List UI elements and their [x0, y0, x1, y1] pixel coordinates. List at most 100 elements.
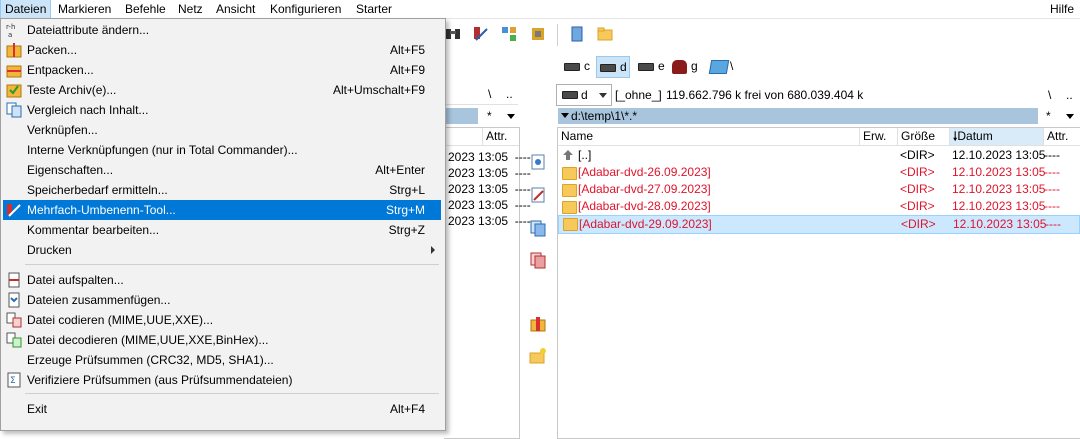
multi-rename-icon[interactable] — [472, 25, 490, 43]
copy-icon[interactable] — [528, 218, 548, 238]
left-path-bar: \ .. — [444, 84, 518, 105]
combine-icon — [8, 292, 20, 308]
folder-icon — [562, 201, 577, 214]
menu-starter[interactable]: Starter — [352, 0, 396, 18]
up-dir-icon — [562, 149, 574, 161]
menu-item-print[interactable]: Drucken — [3, 240, 441, 260]
menu-item-multi-rename[interactable]: Mehrfach-Umbenenn-Tool... Strg+M — [3, 200, 441, 220]
unpack-icon — [6, 65, 22, 78]
right-path-field[interactable]: d:\temp\1\*.* — [558, 108, 1038, 124]
submenu-arrow-icon — [431, 246, 435, 254]
folder-icon — [562, 184, 577, 197]
menu-item-verify-checksums[interactable]: Σ Verifiziere Prüfsummen (aus Prüfsummen… — [3, 370, 441, 390]
left-attr-header[interactable]: Attr. — [486, 129, 507, 143]
menu-item-decode[interactable]: Datei decodieren (MIME,UUE,XXE,BinHex)..… — [3, 330, 441, 350]
folder-icon — [562, 167, 577, 180]
table-row[interactable]: 2023 13:05 ---- — [448, 213, 531, 230]
left-root-button[interactable]: \ — [488, 87, 491, 101]
right-up-button[interactable]: .. — [1066, 88, 1073, 102]
menu-item-compare[interactable]: Vergleich nach Inhalt... — [3, 100, 441, 120]
move-icon[interactable] — [528, 250, 548, 270]
pack-icon[interactable] — [528, 314, 548, 334]
toolbar-separator — [557, 24, 558, 46]
table-row[interactable]: 2023 13:05 ---- — [448, 149, 531, 166]
right-drive-select[interactable]: d — [556, 84, 612, 106]
table-row[interactable]: 2023 13:05 ---- — [448, 181, 531, 198]
menu-dateien[interactable]: Dateien — [0, 0, 52, 19]
table-row[interactable]: [Adabar-dvd-28.09.2023] <DIR> 12.10.2023… — [558, 198, 1080, 215]
table-row-selected[interactable]: [Adabar-dvd-29.09.2023] <DIR> 12.10.2023… — [558, 215, 1080, 234]
menu-hilfe[interactable]: Hilfe — [1046, 0, 1078, 18]
menu-item-test-archive[interactable]: Teste Archiv(e)... Alt+Umschalt+F9 — [3, 80, 441, 100]
menu-item-internal-links[interactable]: Interne Verknüpfungen (nur in Total Comm… — [3, 140, 441, 160]
right-column-header: Name Erw. Größe 🠓Datum Attr. — [558, 128, 1080, 146]
network-icon — [708, 59, 730, 74]
notepad-icon[interactable] — [568, 25, 586, 43]
right-file-list[interactable]: Name Erw. Größe 🠓Datum Attr. [..] <DIR> … — [557, 127, 1080, 439]
drive-button-c[interactable]: c — [561, 56, 590, 76]
edit-icon[interactable] — [528, 185, 548, 205]
volume-label: [_ohne_] — [615, 88, 662, 102]
left-path-field[interactable] — [444, 108, 478, 124]
svg-text:Σ: Σ — [10, 376, 16, 386]
multi-rename-icon — [7, 204, 21, 217]
menu-item-encode[interactable]: Datei codieren (MIME,UUE,XXE)... — [3, 310, 441, 330]
pack-icon — [6, 43, 22, 58]
drive-button-d[interactable]: d — [596, 56, 630, 78]
drive-icon — [638, 62, 654, 71]
binoculars-icon[interactable] — [444, 25, 462, 43]
menu-item-exit[interactable]: Exit Alt+F4 — [3, 399, 441, 419]
column-ext[interactable]: Erw. — [860, 128, 898, 145]
drive-button-e[interactable]: e — [635, 56, 665, 76]
test-archive-icon — [6, 84, 22, 98]
left-filter[interactable]: * — [481, 108, 519, 124]
left-up-button[interactable]: .. — [506, 87, 513, 101]
verify-checksum-icon: Σ — [7, 372, 21, 388]
table-row[interactable]: 2023 13:05 ---- — [448, 197, 531, 214]
table-row[interactable]: [..] <DIR> 12.10.2023 13:05 ---- — [558, 147, 1080, 164]
free-space-info: 119.662.796 k frei von 680.039.404 k — [666, 88, 864, 102]
drive-button-network[interactable]: \ — [708, 56, 733, 76]
table-row[interactable]: [Adabar-dvd-27.09.2023] <DIR> 12.10.2023… — [558, 181, 1080, 198]
table-row[interactable]: 2023 13:05 ---- — [448, 165, 531, 182]
folder-icon — [563, 218, 578, 231]
packer-icon[interactable] — [529, 25, 547, 43]
right-root-button[interactable]: \ — [1048, 88, 1051, 102]
menu-item-create-checksums[interactable]: Erzeuge Prüfsummen (CRC32, MD5, SHA1)... — [3, 350, 441, 370]
menu-befehle[interactable]: Befehle — [121, 0, 170, 18]
new-folder-icon[interactable] — [528, 346, 548, 366]
left-file-list[interactable]: Attr. 2023 13:05 ---- 2023 13:05 ---- 20… — [444, 127, 531, 439]
chevron-down-icon — [561, 113, 569, 118]
menu-netz[interactable]: Netz — [174, 0, 207, 18]
sync-dirs-icon[interactable] — [500, 25, 518, 43]
menu-item-link[interactable]: Verknüpfen... — [3, 120, 441, 140]
dateien-dropdown-menu: r-h a Dateiattribute ändern... Packen... A… — [0, 18, 446, 431]
column-name[interactable]: Name — [558, 128, 860, 145]
folder-icon[interactable] — [596, 25, 614, 43]
column-size[interactable]: Größe — [898, 128, 950, 145]
menu-item-split[interactable]: Datei aufspalten... — [3, 270, 441, 290]
menu-konfigurieren[interactable]: Konfigurieren — [266, 0, 345, 18]
svg-text:a: a — [8, 31, 12, 38]
chevron-down-icon — [599, 93, 607, 98]
menu-markieren[interactable]: Markieren — [54, 0, 115, 18]
menu-item-combine[interactable]: Dateien zusammenfügen... — [3, 290, 441, 310]
menu-item-properties[interactable]: Eigenschaften... Alt+Enter — [3, 160, 441, 180]
menu-item-attributes[interactable]: r-h a Dateiattribute ändern... — [3, 20, 441, 40]
menu-item-pack[interactable]: Packen... Alt+F5 — [3, 40, 441, 60]
menu-item-unpack[interactable]: Entpacken... Alt+F9 — [3, 60, 441, 80]
compare-icon — [6, 102, 22, 118]
network-drive-icon — [672, 59, 687, 74]
menu-item-edit-comment[interactable]: Kommentar bearbeiten... Strg+Z — [3, 220, 441, 240]
column-attr[interactable]: Attr. — [1044, 128, 1079, 145]
left-column-header: Attr. — [444, 128, 519, 146]
encode-icon — [6, 312, 22, 328]
column-date[interactable]: 🠓Datum — [950, 128, 1044, 145]
table-row[interactable]: [Adabar-dvd-26.09.2023] <DIR> 12.10.2023… — [558, 164, 1080, 181]
right-filter[interactable]: * — [1042, 108, 1078, 124]
menu-ansicht[interactable]: Ansicht — [212, 0, 259, 18]
menu-item-calc-space[interactable]: Speicherbedarf ermitteln... Strg+L — [3, 180, 441, 200]
view-icon[interactable] — [528, 152, 548, 172]
menu-separator — [25, 264, 439, 265]
drive-button-g[interactable]: g — [672, 56, 698, 76]
